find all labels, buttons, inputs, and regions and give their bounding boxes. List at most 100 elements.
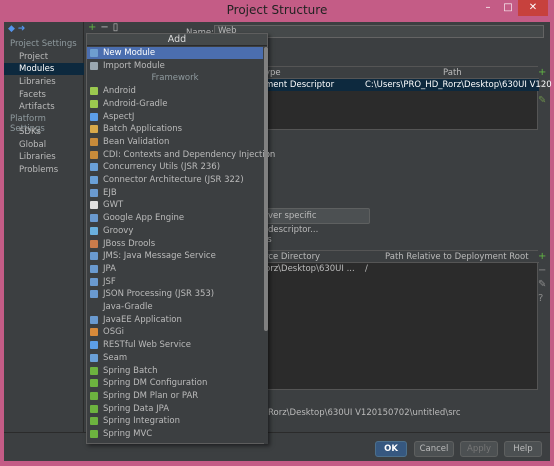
ok-button[interactable]: OK: [375, 441, 407, 457]
remove-resource-icon[interactable]: −: [538, 264, 546, 278]
edit-descriptor-icon[interactable]: ✎: [538, 94, 546, 108]
menu-item-batch-applications[interactable]: Batch Applications: [87, 123, 263, 135]
resource-table-actions: + − ✎ ?: [538, 250, 546, 306]
settings-sidebar: ◆ ➜ Project Settings Project Modules Lib…: [4, 22, 84, 432]
osgi-icon: [90, 328, 98, 337]
popup-scrollbar[interactable]: [264, 47, 268, 444]
menu-item-spring-integration[interactable]: Spring Integration: [87, 415, 263, 427]
jpa-icon: [90, 264, 98, 273]
deployment-descriptors-table: ype Path ment Descriptor C:\Users\PRO_HD…: [262, 66, 552, 130]
cancel-button[interactable]: Cancel: [414, 441, 454, 457]
menu-item-label: JBoss Drools: [103, 238, 156, 249]
back-forward-icon[interactable]: ◆ ➜: [8, 24, 25, 34]
concurrency-icon: [90, 163, 98, 172]
menu-item-bean-validation[interactable]: Bean Validation: [87, 136, 263, 148]
descriptor-table-actions: + − ✎: [538, 66, 546, 108]
sidebar-item-libraries[interactable]: Libraries: [4, 76, 84, 88]
menu-item-google-app-engine[interactable]: Google App Engine: [87, 212, 263, 224]
batch-icon: [90, 125, 98, 134]
remove-icon[interactable]: −: [100, 22, 108, 33]
sidebar-item-modules[interactable]: Modules: [4, 63, 84, 75]
menu-item-label: JavaEE Application: [103, 314, 182, 325]
minimize-icon[interactable]: –: [478, 0, 498, 16]
sidebar-item-project[interactable]: Project: [4, 51, 84, 63]
sidebar-item-artifacts[interactable]: Artifacts: [4, 101, 84, 113]
menu-item-groovy[interactable]: Groovy: [87, 225, 263, 237]
close-icon[interactable]: ✕: [518, 0, 548, 16]
scrollbar-thumb[interactable]: [264, 47, 268, 331]
add-icon[interactable]: +: [88, 22, 96, 33]
menu-item-jms-java-message-service[interactable]: JMS: Java Message Service: [87, 250, 263, 262]
menu-item-spring-mvc[interactable]: Spring MVC: [87, 428, 263, 440]
menu-item-label: JSF: [103, 276, 116, 287]
column-header-path[interactable]: Path: [443, 68, 462, 78]
connector-icon: [90, 176, 98, 184]
menu-item-label: Spring Data JPA: [103, 403, 170, 414]
menu-item-android-gradle[interactable]: Android-Gradle: [87, 98, 263, 110]
menu-item-spring-batch[interactable]: Spring Batch: [87, 365, 263, 377]
menu-item-label: New Module: [103, 48, 156, 58]
menu-item-gwt[interactable]: GWT: [87, 199, 263, 211]
menu-item-import-module[interactable]: Import Module: [87, 60, 263, 72]
menu-item-osgi[interactable]: OSGi: [87, 326, 263, 338]
menu-item-json-processing-jsr-353[interactable]: JSON Processing (JSR 353): [87, 288, 263, 300]
menu-item-label: JPA: [103, 263, 116, 274]
seam-icon: [90, 353, 98, 362]
column-header-resource-directory[interactable]: rce Directory: [265, 252, 320, 262]
menu-item-jsf[interactable]: JSF: [87, 276, 263, 288]
menu-item-jpa[interactable]: JPA: [87, 263, 263, 275]
menu-item-connector-architecture-jsr-322[interactable]: Connector Architecture (JSR 322): [87, 174, 263, 186]
maximize-icon[interactable]: □: [498, 0, 518, 16]
remove-descriptor-icon[interactable]: −: [538, 80, 546, 94]
table-header: ype Path: [263, 67, 539, 79]
android-icon: [90, 99, 98, 108]
cdi-icon: [90, 150, 98, 159]
sidebar-item-facets[interactable]: Facets: [4, 89, 84, 101]
menu-item-label: AspectJ: [103, 111, 135, 122]
add-resource-icon[interactable]: +: [538, 250, 546, 264]
menu-item-label: Android-Gradle: [103, 98, 168, 109]
framework-separator: Framework: [151, 73, 199, 84]
column-header-relative-path[interactable]: Path Relative to Deployment Root: [385, 252, 529, 262]
add-descriptor-icon[interactable]: +: [538, 66, 546, 80]
add-server-descriptor-button[interactable]: ver specific descriptor...: [262, 208, 370, 235]
sidebar-item-sdks[interactable]: SDKs: [4, 126, 84, 138]
menu-item-spring-dm-plan-or-par[interactable]: Spring DM Plan or PAR: [87, 390, 263, 402]
window-title: Project Structure: [226, 3, 328, 17]
menu-item-ejb[interactable]: EJB: [87, 187, 263, 199]
menu-item-label: Java-Gradle: [103, 302, 153, 312]
jsf-icon: [90, 277, 98, 286]
menu-item-cdi-contexts-and-dependency-injection[interactable]: CDI: Contexts and Dependency Injection: [87, 149, 275, 161]
sidebar-item-problems[interactable]: Problems: [4, 164, 84, 176]
menu-item-spring-data-jpa[interactable]: Spring Data JPA: [87, 403, 263, 415]
menu-item-label: RESTful Web Service: [103, 340, 191, 351]
sidebar-item-global-libraries[interactable]: Global Libraries: [4, 139, 84, 162]
menu-item-javaee-application[interactable]: JavaEE Application: [87, 314, 263, 326]
android-icon: [90, 87, 98, 96]
rest-icon: [90, 341, 98, 350]
menu-item-spring-dm-configuration[interactable]: Spring DM Configuration: [87, 377, 263, 389]
section-project-settings: Project Settings: [10, 39, 77, 49]
menu-item-label: Batch Applications: [103, 124, 183, 135]
menu-item-restful-web-service[interactable]: RESTful Web Service: [87, 339, 263, 351]
help-button[interactable]: Help: [504, 441, 542, 457]
menu-item-java-gradle[interactable]: Java-Gradle: [87, 301, 263, 313]
spring-icon: [90, 417, 98, 426]
menu-item-label: Concurrency Utils (JSR 236): [103, 162, 221, 173]
edit-resource-icon[interactable]: ✎: [538, 278, 546, 292]
copy-icon[interactable]: ▯: [113, 22, 119, 33]
table-row[interactable]: ment Descriptor C:\Users\PRO_HD_Rorz\Des…: [263, 79, 552, 91]
menu-item-seam[interactable]: Seam: [87, 352, 263, 364]
menu-item-label: Spring MVC: [103, 429, 153, 439]
relative-path-cell: /: [365, 264, 368, 274]
apply-button[interactable]: Apply: [460, 441, 498, 457]
menu-item-jboss-drools[interactable]: JBoss Drools: [87, 238, 263, 250]
menu-item-new-module[interactable]: New Module: [87, 47, 263, 59]
help-resource-icon[interactable]: ?: [538, 292, 546, 306]
menu-item-aspectj[interactable]: AspectJ: [87, 111, 263, 123]
drools-icon: [90, 239, 98, 248]
menu-item-concurrency-utils-jsr-236[interactable]: Concurrency Utils (JSR 236): [87, 161, 263, 173]
menu-item-android[interactable]: Android: [87, 85, 263, 97]
json-icon: [90, 290, 98, 299]
title-bar: Project Structure – □ ✕: [0, 0, 554, 22]
